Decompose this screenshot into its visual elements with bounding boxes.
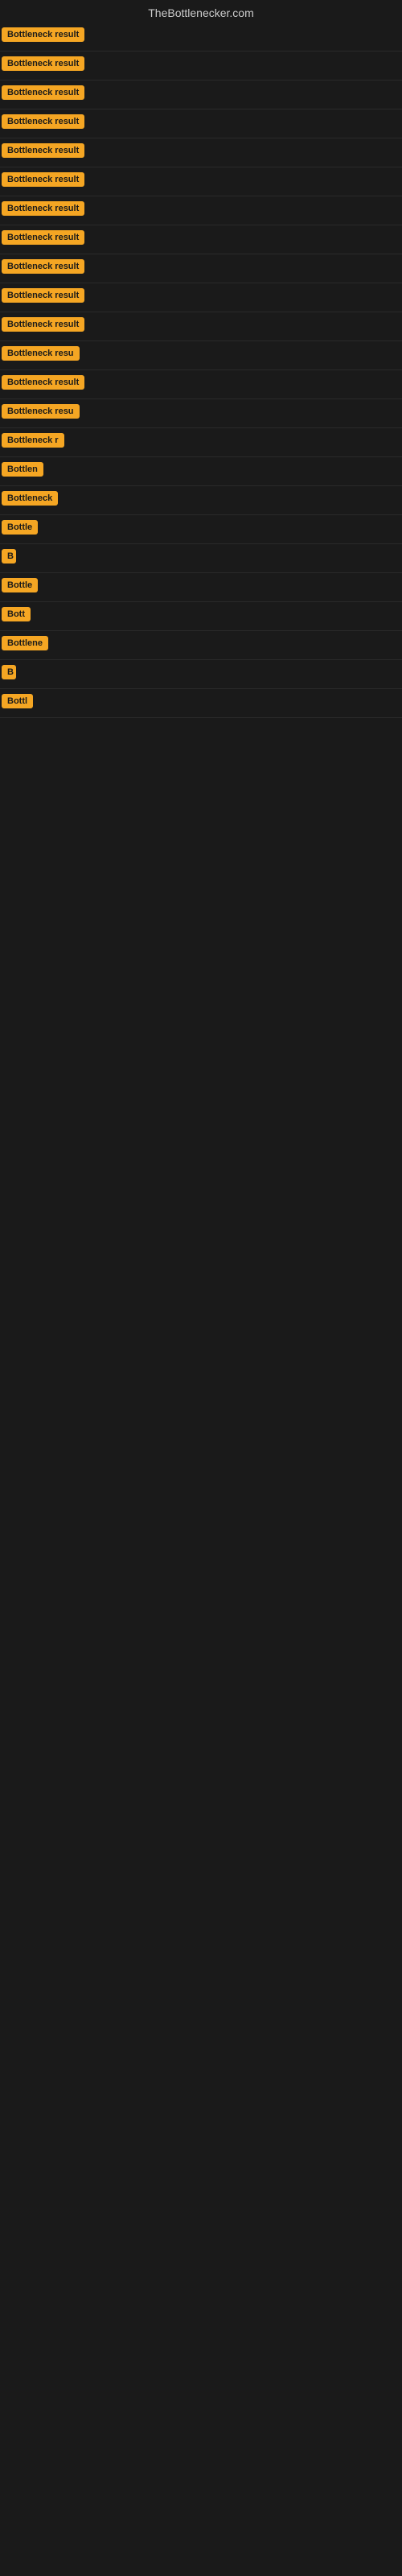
bottleneck-result-badge[interactable]: Bottleneck resu bbox=[2, 346, 80, 361]
site-header: TheBottlenecker.com bbox=[0, 0, 402, 23]
result-row: Bottleneck result bbox=[0, 254, 402, 283]
result-row: Bottleneck r bbox=[0, 428, 402, 457]
bottleneck-result-badge[interactable]: Bottleneck result bbox=[2, 143, 84, 158]
result-row: Bottleneck result bbox=[0, 52, 402, 80]
bottleneck-result-badge[interactable]: Bottleneck result bbox=[2, 85, 84, 100]
bottleneck-result-badge[interactable]: Bottlen bbox=[2, 462, 43, 477]
result-row: Bottleneck result bbox=[0, 312, 402, 341]
result-row: B bbox=[0, 660, 402, 689]
bottleneck-result-badge[interactable]: Bottle bbox=[2, 520, 38, 535]
bottleneck-result-badge[interactable]: Bott bbox=[2, 607, 31, 621]
result-row: Bottleneck result bbox=[0, 138, 402, 167]
bottleneck-result-badge[interactable]: Bottleneck result bbox=[2, 230, 84, 245]
result-row: Bottleneck result bbox=[0, 80, 402, 109]
bottleneck-result-badge[interactable]: Bottleneck result bbox=[2, 288, 84, 303]
result-row: Bottleneck bbox=[0, 486, 402, 515]
bottleneck-result-badge[interactable]: Bottleneck result bbox=[2, 201, 84, 216]
result-row: Bottlen bbox=[0, 457, 402, 486]
result-row: Bottleneck result bbox=[0, 225, 402, 254]
bottleneck-result-badge[interactable]: Bottleneck r bbox=[2, 433, 64, 448]
bottleneck-result-badge[interactable]: B bbox=[2, 665, 16, 679]
bottleneck-result-badge[interactable]: Bottleneck resu bbox=[2, 404, 80, 419]
result-row: Bottle bbox=[0, 573, 402, 602]
bottleneck-result-badge[interactable]: B bbox=[2, 549, 16, 564]
bottleneck-result-badge[interactable]: Bottlene bbox=[2, 636, 48, 650]
result-row: Bott bbox=[0, 602, 402, 631]
result-row: Bottleneck result bbox=[0, 167, 402, 196]
result-row: Bottleneck result bbox=[0, 283, 402, 312]
bottleneck-result-badge[interactable]: Bottleneck result bbox=[2, 317, 84, 332]
result-row: Bottle bbox=[0, 515, 402, 544]
bottleneck-result-badge[interactable]: Bottl bbox=[2, 694, 33, 708]
result-row: Bottlene bbox=[0, 631, 402, 660]
result-row: Bottl bbox=[0, 689, 402, 718]
results-list: Bottleneck result Bottleneck result Bottle… bbox=[0, 23, 402, 718]
bottleneck-result-badge[interactable]: Bottleneck result bbox=[2, 114, 84, 129]
bottleneck-result-badge[interactable]: Bottleneck bbox=[2, 491, 58, 506]
result-row: Bottleneck result bbox=[0, 109, 402, 138]
bottleneck-result-badge[interactable]: Bottleneck result bbox=[2, 259, 84, 274]
result-row: Bottleneck result bbox=[0, 23, 402, 52]
result-row: B bbox=[0, 544, 402, 573]
bottleneck-result-badge[interactable]: Bottleneck result bbox=[2, 27, 84, 42]
bottleneck-result-badge[interactable]: Bottle bbox=[2, 578, 38, 592]
bottleneck-result-badge[interactable]: Bottleneck result bbox=[2, 375, 84, 390]
result-row: Bottleneck result bbox=[0, 196, 402, 225]
bottleneck-result-badge[interactable]: Bottleneck result bbox=[2, 56, 84, 71]
site-title: TheBottlenecker.com bbox=[0, 0, 402, 23]
result-row: Bottleneck resu bbox=[0, 341, 402, 370]
bottleneck-result-badge[interactable]: Bottleneck result bbox=[2, 172, 84, 187]
result-row: Bottleneck resu bbox=[0, 399, 402, 428]
result-row: Bottleneck result bbox=[0, 370, 402, 399]
